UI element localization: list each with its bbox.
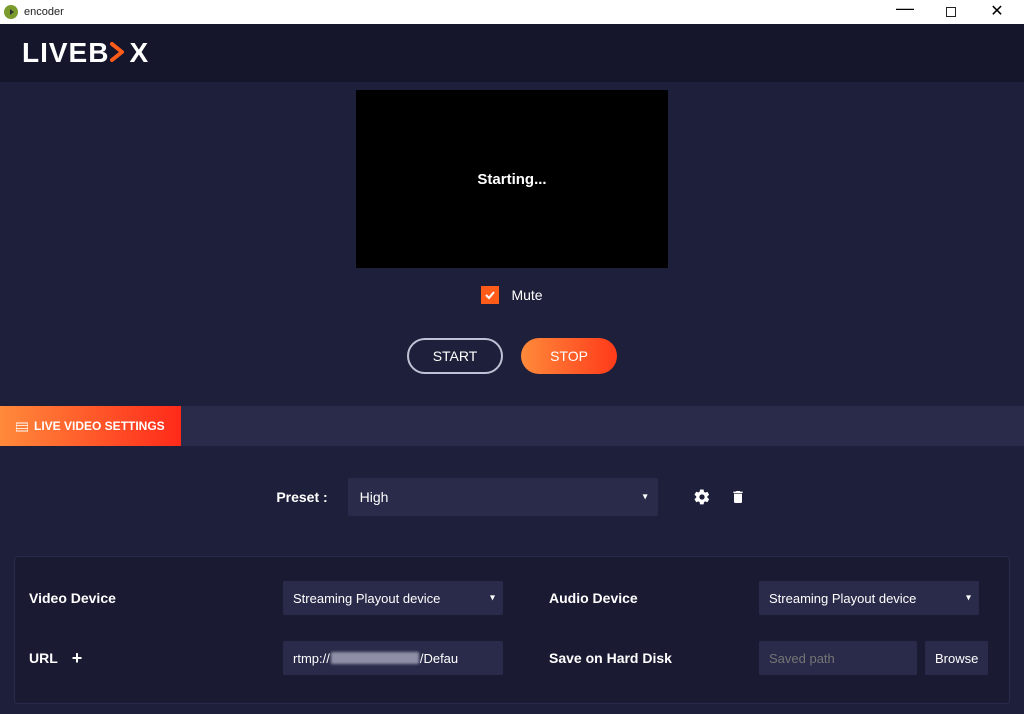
preview-status: Starting... <box>477 171 546 188</box>
close-button[interactable]: ✕ <box>974 0 1020 24</box>
brand-text-1: LIVEB <box>22 37 109 69</box>
stop-button[interactable]: STOP <box>521 338 617 374</box>
save-path-input[interactable] <box>759 641 917 675</box>
maximize-button[interactable] <box>928 0 974 24</box>
video-device-label: Video Device <box>29 590 283 606</box>
mute-label: Mute <box>511 287 542 303</box>
brand-text-2: X <box>129 37 149 69</box>
settings-film-icon <box>16 421 28 431</box>
url-input[interactable]: rtmp:// /Defau <box>283 641 503 675</box>
app-icon <box>4 5 18 19</box>
tab-bar: LIVE VIDEO SETTINGS <box>0 406 1024 446</box>
preset-label: Preset : <box>276 489 327 505</box>
brand-chevron-icon <box>110 37 128 69</box>
browse-button[interactable]: Browse <box>925 641 988 675</box>
window-titlebar: encoder — ✕ <box>0 0 1024 24</box>
brand-bar: LIVEB X <box>0 24 1024 82</box>
trash-icon[interactable] <box>728 487 748 507</box>
gear-icon[interactable] <box>692 487 712 507</box>
save-disk-label: Save on Hard Disk <box>549 650 759 666</box>
minimize-button[interactable]: — <box>882 0 928 24</box>
preset-select[interactable]: High <box>348 478 658 516</box>
mute-checkbox[interactable] <box>481 286 499 304</box>
url-suffix: /Defau <box>420 651 458 666</box>
start-button[interactable]: START <box>407 338 503 374</box>
brand-logo: LIVEB X <box>22 37 149 69</box>
tab-live-video-settings[interactable]: LIVE VIDEO SETTINGS <box>0 406 181 446</box>
url-label: URL + <box>29 648 283 669</box>
url-prefix: rtmp:// <box>293 651 330 666</box>
audio-device-label: Audio Device <box>549 590 759 606</box>
url-label-text: URL <box>29 650 58 666</box>
video-preview: Starting... <box>356 90 668 268</box>
tab-label: LIVE VIDEO SETTINGS <box>34 419 165 433</box>
video-device-select[interactable]: Streaming Playout device <box>283 581 503 615</box>
url-redacted <box>331 652 419 664</box>
window-title: encoder <box>24 6 64 18</box>
audio-device-select[interactable]: Streaming Playout device <box>759 581 979 615</box>
settings-panel: Video Device Streaming Playout device Au… <box>14 556 1010 704</box>
add-url-icon[interactable]: + <box>72 648 83 669</box>
